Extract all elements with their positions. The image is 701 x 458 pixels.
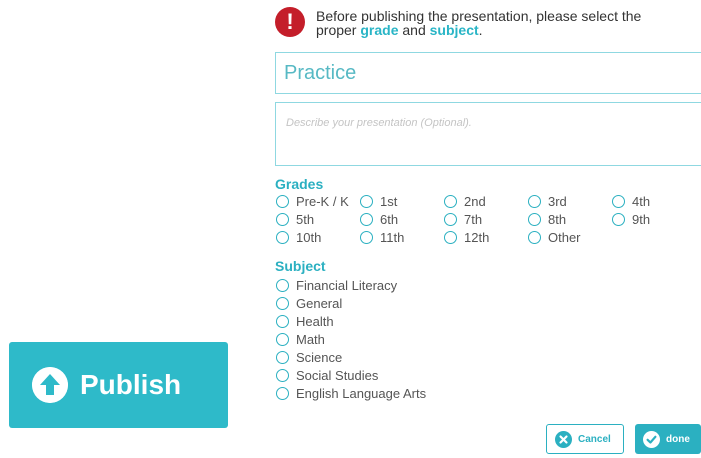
- grade-option[interactable]: 5th: [276, 210, 314, 228]
- grade-label: 6th: [380, 211, 399, 227]
- subject-label: Financial Literacy: [296, 277, 398, 293]
- notice-suffix: .: [478, 22, 483, 38]
- grade-label: Other: [548, 229, 581, 245]
- subject-keyword: subject: [429, 22, 479, 38]
- grade-label: 11th: [380, 229, 405, 245]
- subject-option[interactable]: Social Studies: [276, 366, 378, 384]
- cancel-button[interactable]: Cancel: [546, 424, 624, 454]
- grade-label: 7th: [464, 211, 483, 227]
- title-input[interactable]: [275, 52, 701, 94]
- subject-label: General: [296, 295, 343, 311]
- subject-option[interactable]: Health: [276, 312, 334, 330]
- radio-circle[interactable]: [276, 368, 289, 382]
- grade-option[interactable]: 10th: [276, 228, 321, 246]
- check-circle-icon: [643, 430, 660, 448]
- subject-label: Math: [296, 331, 325, 347]
- notice-and: and: [398, 22, 430, 38]
- radio-circle[interactable]: [612, 194, 625, 208]
- grade-option[interactable]: 11th: [360, 228, 404, 246]
- radio-circle[interactable]: [276, 332, 289, 346]
- grade-option[interactable]: 12th: [444, 228, 489, 246]
- grade-option[interactable]: 3rd: [528, 192, 567, 210]
- radio-circle[interactable]: [444, 230, 457, 244]
- subject-option[interactable]: General: [276, 294, 342, 312]
- radio-circle[interactable]: [276, 386, 289, 400]
- grade-label: 12th: [464, 229, 490, 245]
- radio-circle[interactable]: [276, 296, 289, 310]
- grade-option[interactable]: Pre-K / K: [276, 192, 349, 210]
- grade-option[interactable]: 1st: [360, 192, 397, 210]
- grade-option[interactable]: 4th: [612, 192, 650, 210]
- notice-prefix: proper: [316, 22, 361, 38]
- x-circle-icon: [555, 430, 572, 448]
- grade-option[interactable]: 9th: [612, 210, 650, 228]
- radio-circle[interactable]: [528, 194, 541, 208]
- radio-circle[interactable]: [276, 212, 289, 226]
- radio-circle[interactable]: [444, 212, 457, 226]
- radio-circle[interactable]: [276, 350, 289, 364]
- publish-button[interactable]: Publish: [9, 342, 228, 428]
- radio-circle[interactable]: [360, 194, 373, 208]
- subject-label: Social Studies: [296, 367, 379, 383]
- done-button[interactable]: done: [635, 424, 701, 454]
- grade-label: 2nd: [464, 193, 486, 209]
- grade-label: 4th: [632, 193, 651, 209]
- grade-option[interactable]: 6th: [360, 210, 398, 228]
- grade-label: 8th: [548, 211, 567, 227]
- grade-label: Pre-K / K: [296, 193, 349, 209]
- subject-label: Science: [296, 349, 343, 365]
- grade-option[interactable]: 2nd: [444, 192, 486, 210]
- subject-option[interactable]: English Language Arts: [276, 384, 426, 402]
- arrow-up-circle-icon: [32, 367, 68, 403]
- radio-circle[interactable]: [276, 230, 289, 244]
- radio-circle[interactable]: [612, 212, 625, 226]
- radio-circle[interactable]: [360, 212, 373, 226]
- grade-keyword: grade: [360, 22, 399, 38]
- subject-label: English Language Arts: [296, 385, 427, 401]
- grade-label: 10th: [296, 229, 322, 245]
- grade-label: 9th: [632, 211, 651, 227]
- radio-circle[interactable]: [276, 278, 289, 292]
- grade-label: 1st: [380, 193, 398, 209]
- publish-label: Publish: [80, 369, 182, 400]
- subject-title: Subject: [275, 258, 326, 274]
- grade-option[interactable]: Other: [528, 228, 581, 246]
- grade-label: 5th: [296, 211, 315, 227]
- radio-circle[interactable]: [444, 194, 457, 208]
- grade-option[interactable]: 7th: [444, 210, 482, 228]
- subject-label: Health: [296, 313, 334, 329]
- cancel-label: Cancel: [578, 433, 611, 445]
- done-label: done: [666, 433, 690, 445]
- radio-circle[interactable]: [276, 194, 289, 208]
- subject-option[interactable]: Science: [276, 348, 342, 366]
- warning-icon: !: [275, 7, 305, 37]
- subject-option[interactable]: Financial Literacy: [276, 276, 397, 294]
- subject-option[interactable]: Math: [276, 330, 325, 348]
- radio-circle[interactable]: [528, 230, 541, 244]
- grade-label: 3rd: [548, 193, 567, 209]
- grade-option[interactable]: 8th: [528, 210, 566, 228]
- radio-circle[interactable]: [528, 212, 541, 226]
- radio-circle[interactable]: [360, 230, 373, 244]
- grades-title: Grades: [275, 176, 324, 192]
- radio-circle[interactable]: [276, 314, 289, 328]
- description-input[interactable]: [275, 102, 701, 166]
- publish-notice: Before publishing the presentation, plea…: [316, 9, 701, 37]
